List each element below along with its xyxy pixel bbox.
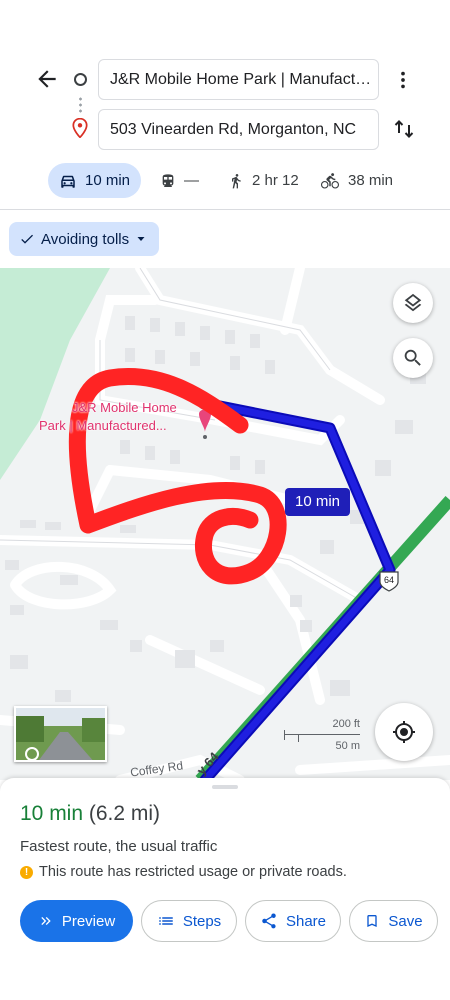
swap-icon[interactable] (392, 116, 416, 142)
preview-button[interactable]: Preview (20, 900, 133, 942)
origin-field[interactable]: J&R Mobile Home Park | Manufactured Home… (98, 59, 379, 100)
preview-chevrons-icon (41, 917, 51, 925)
highway-shield: 64 (379, 571, 399, 592)
avoid-tolls-chip[interactable]: Avoiding tolls (9, 222, 160, 256)
layers-button[interactable] (393, 283, 433, 323)
mode-bike[interactable]: 38 min (320, 163, 393, 198)
check-icon (21, 234, 33, 244)
car-icon (61, 175, 75, 188)
map-canvas: 64 (0, 268, 450, 780)
share-icon (262, 913, 276, 929)
header-divider (0, 209, 450, 210)
directions-header: J&R Mobile Home Park | Manufactured Home… (0, 0, 450, 268)
mode-drive[interactable]: 10 min (48, 163, 142, 198)
my-location-button[interactable] (375, 703, 433, 761)
route-summary: 10 min (6.2 mi) (20, 802, 160, 826)
scale-m: 50 m (335, 740, 360, 752)
save-button[interactable]: Save (349, 900, 438, 942)
warning-icon: ! (20, 865, 33, 879)
route-dots (79, 96, 82, 114)
route-duration: 10 min (20, 802, 84, 825)
scale-tick (284, 730, 285, 740)
layers-icon (404, 293, 422, 312)
map-view[interactable]: 64 J&R Mobile Home Park | Manufactured..… (0, 268, 450, 780)
save-label: Save (388, 912, 423, 930)
route-warning-text: This route has restricted usage or priva… (39, 864, 347, 880)
list-icon (159, 917, 173, 925)
route-summary-sheet[interactable]: 10 min (6.2 mi) Fastest route, the usual… (0, 778, 450, 1000)
mode-walk[interactable]: 2 hr 12 (228, 163, 299, 198)
train-icon (162, 173, 174, 187)
scale-ft: 200 ft (332, 718, 360, 730)
street-view-image (16, 708, 105, 760)
scale-tick-m (298, 734, 299, 742)
preview-label: Preview (61, 912, 116, 930)
share-label: Share (285, 912, 327, 930)
shield-number: 64 (384, 575, 394, 585)
mode-drive-time: 10 min (85, 172, 131, 189)
crosshair-icon (393, 721, 415, 743)
steps-button[interactable]: Steps (141, 900, 237, 942)
mode-bike-time: 38 min (348, 172, 394, 189)
steps-label: Steps (182, 912, 222, 930)
dropdown-arrow-icon (137, 237, 145, 241)
place-label-line1[interactable]: J&R Mobile Home (72, 400, 177, 415)
destination-field[interactable]: 503 Vinearden Rd, Morganton, NC (98, 109, 379, 150)
back-arrow-icon[interactable] (34, 66, 60, 92)
walk-icon (232, 173, 241, 188)
route-description: Fastest route, the usual traffic (20, 838, 218, 855)
sheet-drag-handle[interactable] (212, 785, 238, 789)
destination-pin-icon (72, 118, 88, 138)
avoid-tolls-label: Avoiding tolls (41, 230, 130, 248)
origin-circle-icon (74, 73, 87, 86)
map-search-button[interactable] (393, 338, 433, 378)
search-icon (404, 349, 421, 366)
route-warning: ! This route has restricted usage or pri… (20, 864, 347, 880)
place-label-line2[interactable]: Park | Manufactured... (39, 418, 167, 433)
park-area (0, 268, 110, 480)
mode-walk-time: 2 hr 12 (252, 172, 299, 189)
travel-modes: 10 min — 2 hr 12 38 min (0, 160, 450, 204)
bookmark-icon (367, 915, 378, 927)
mode-transit[interactable]: — (160, 163, 199, 198)
street-view-thumbnail[interactable] (14, 706, 107, 762)
scale-bar (284, 734, 360, 735)
share-button[interactable]: Share (245, 900, 341, 942)
route-distance: (6.2 mi) (88, 802, 161, 825)
bike-icon (321, 172, 339, 188)
map-scale: 200 ft 50 m (284, 718, 360, 758)
route-time-badge[interactable]: 10 min (285, 488, 351, 516)
more-vert-icon[interactable] (392, 68, 414, 92)
mode-transit-time: — (184, 172, 199, 189)
